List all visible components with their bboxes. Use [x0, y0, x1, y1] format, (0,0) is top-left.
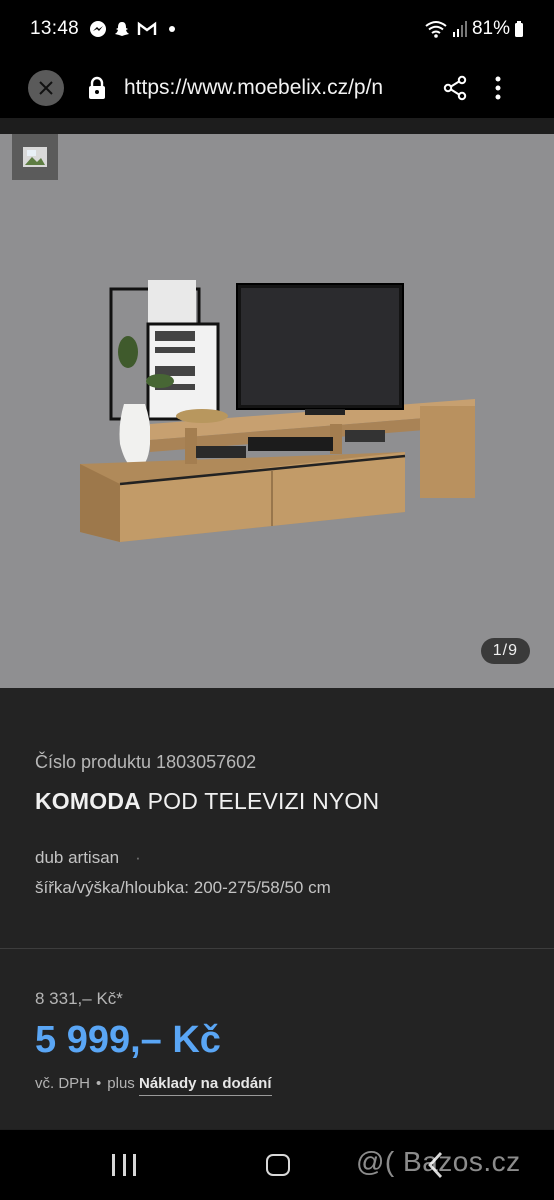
spec-color-line: dub artisan · [35, 848, 141, 868]
current-price: 5 999,– Kč [35, 1019, 221, 1061]
wifi-icon [425, 21, 447, 38]
navigation-bar: @( Bazos.cz [0, 1130, 554, 1200]
lock-icon[interactable] [86, 75, 108, 101]
recent-apps-button[interactable] [112, 1154, 136, 1176]
product-title-bold: KOMODA [35, 788, 141, 814]
spec-dimensions: šířka/výška/hloubka: 200-275/58/50 cm [35, 878, 331, 897]
product-title-rest: POD TELEVIZI NYON [140, 788, 380, 814]
overflow-menu-button[interactable] [488, 73, 508, 103]
bullet-separator: • [96, 1075, 102, 1092]
close-icon [39, 81, 53, 95]
messenger-icon [90, 21, 107, 37]
url-field[interactable]: https://www.moebelix.cz/p/n [124, 76, 424, 100]
product-number: Číslo produktu 1803057602 [35, 752, 257, 772]
vat-line: vč. DPH • plus Náklady na dodání [35, 1075, 272, 1096]
browser-toolbar: https://www.moebelix.cz/p/n [0, 58, 554, 118]
battery-icon [515, 21, 523, 37]
share-icon [443, 75, 467, 101]
bazos-watermark: @( Bazos.cz [356, 1146, 521, 1177]
snapchat-icon [115, 22, 130, 36]
more-vertical-icon [495, 76, 501, 100]
status-time: 13:48 [30, 18, 80, 39]
status-bar: 13:48 81% [0, 0, 554, 58]
vat-label: vč. DPH [35, 1075, 91, 1092]
spec-separator: · [135, 848, 141, 867]
battery-percent: 81% [471, 18, 510, 39]
notification-icons [89, 20, 176, 38]
image-placeholder-icon[interactable] [12, 134, 58, 180]
plus-label: plus [107, 1075, 135, 1092]
product-image [80, 280, 475, 542]
more-notifications-dot [169, 26, 176, 32]
close-tab-button[interactable] [28, 70, 64, 106]
system-icons: 81% [424, 18, 524, 40]
page-top-gap [0, 118, 554, 134]
home-button[interactable] [266, 1154, 290, 1176]
price-section: 8 331,– Kč* 5 999,– Kč vč. DPH • plus Nákl… [0, 949, 554, 1129]
spec-color: dub artisan [35, 848, 120, 867]
image-counter: 1/9 [480, 638, 530, 664]
product-info: Číslo produktu 1803057602 KOMODA POD TEL… [0, 688, 554, 948]
gmail-icon [137, 21, 157, 35]
product-title: KOMODA POD TELEVIZI NYON [35, 788, 379, 815]
old-price: 8 331,– Kč* [35, 989, 123, 1008]
signal-icon [452, 21, 467, 37]
product-image-gallery[interactable]: 1/9 [0, 134, 554, 688]
delivery-costs-link[interactable]: Náklady na dodání [138, 1075, 272, 1096]
share-button[interactable] [440, 73, 470, 103]
